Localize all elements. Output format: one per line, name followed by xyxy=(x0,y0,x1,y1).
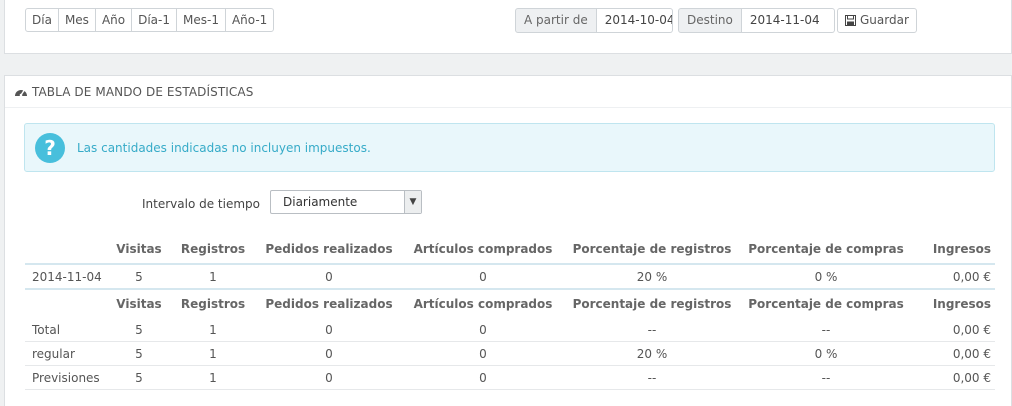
header-purchase-rate: Porcentaje de compras xyxy=(740,235,912,265)
previous-month-button[interactable]: Mes-1 xyxy=(176,8,226,32)
cell-orders: 0 xyxy=(256,318,402,342)
cell-registration-rate: -- xyxy=(564,318,740,342)
cell-registrations: 1 xyxy=(170,341,256,366)
table-row: regular 5 1 0 0 20 % 0 % 0,00 € xyxy=(25,341,995,366)
date-from-label: A partir de xyxy=(515,8,597,33)
row-label: 2014-11-04 xyxy=(25,264,108,290)
row-label: Previsiones xyxy=(25,365,108,390)
cell-registrations: 1 xyxy=(170,318,256,342)
cell-revenue: 0,00 € xyxy=(912,365,995,390)
header-orders: Pedidos realizados xyxy=(256,235,402,265)
chevron-down-icon[interactable]: ▼ xyxy=(404,191,421,213)
cell-orders: 0 xyxy=(256,341,402,366)
date-from-input[interactable]: 2014-10-04 xyxy=(596,8,673,33)
summary-header-row: Visitas Registros Pedidos realizados Art… xyxy=(25,289,995,318)
panel-title: TABLA DE MANDO DE ESTADÍSTICAS xyxy=(32,84,254,99)
header-revenue: Ingresos xyxy=(932,297,991,311)
cell-items: 0 xyxy=(402,365,564,390)
dashboard-gauge-icon xyxy=(15,89,27,96)
interval-select[interactable]: Diariamente ▼ xyxy=(270,190,422,214)
stats-dashboard-panel: TABLA DE MANDO DE ESTADÍSTICAS ? Las can… xyxy=(4,75,1012,406)
cell-registration-rate: -- xyxy=(564,365,740,390)
interval-label: Intervalo de tiempo xyxy=(142,197,260,211)
cell-purchase-rate: -- xyxy=(740,318,912,342)
cell-visits: 5 xyxy=(108,341,170,366)
month-button[interactable]: Mes xyxy=(57,8,96,32)
year-button[interactable]: Año xyxy=(94,8,133,32)
cell-registration-rate: 20 % xyxy=(564,264,740,290)
floppy-disk-icon xyxy=(845,15,856,26)
header-empty xyxy=(25,235,108,265)
save-button-label: Guardar xyxy=(860,13,909,27)
day-button[interactable]: Día xyxy=(25,8,59,32)
header-items: Artículos comprados xyxy=(402,235,564,265)
cell-orders: 0 xyxy=(256,365,402,390)
header-purchase-rate: Porcentaje de compras xyxy=(748,297,904,311)
cell-items: 0 xyxy=(402,341,564,366)
header-registrations: Registros xyxy=(180,297,246,311)
cell-revenue: 0,00 € xyxy=(912,341,995,366)
previous-year-button[interactable]: Año-1 xyxy=(224,8,275,32)
cell-visits: 5 xyxy=(108,264,170,290)
cell-items: 0 xyxy=(402,264,564,290)
table-row: Previsiones 5 1 0 0 -- -- 0,00 € xyxy=(25,365,995,390)
header-visits: Visitas xyxy=(116,297,162,311)
stats-table: Visitas Registros Pedidos realizados Art… xyxy=(25,235,995,390)
table-row: Total 5 1 0 0 -- -- 0,00 € xyxy=(25,318,995,342)
header-empty xyxy=(25,289,108,318)
header-revenue: Ingresos xyxy=(912,235,995,265)
cell-registration-rate: 20 % xyxy=(564,341,740,366)
table-header-row: Visitas Registros Pedidos realizados Art… xyxy=(25,235,995,265)
header-registration-rate: Porcentaje de registros xyxy=(572,297,732,311)
cell-items: 0 xyxy=(402,318,564,342)
cell-purchase-rate: 0 % xyxy=(740,341,912,366)
row-label: regular xyxy=(25,341,108,366)
range-button-group: Día Mes Año Día-1 Mes-1 Año-1 xyxy=(25,8,275,32)
cell-revenue: 0,00 € xyxy=(912,318,995,342)
date-to-input[interactable]: 2014-11-04 xyxy=(741,8,835,33)
info-alert: ? Las cantidades indicadas no incluyen i… xyxy=(24,123,995,172)
cell-visits: 5 xyxy=(108,318,170,342)
interval-select-value: Diariamente xyxy=(283,195,358,209)
question-circle-icon: ? xyxy=(35,132,65,163)
cell-orders: 0 xyxy=(256,264,402,290)
header-visits: Visitas xyxy=(108,235,170,265)
alert-text: Las cantidades indicadas no incluyen imp… xyxy=(77,140,371,155)
cell-registrations: 1 xyxy=(170,365,256,390)
cell-purchase-rate: -- xyxy=(740,365,912,390)
header-orders: Pedidos realizados xyxy=(265,297,393,311)
date-to-group: Destino 2014-11-04 xyxy=(678,8,835,33)
save-button[interactable]: Guardar xyxy=(837,8,917,33)
previous-day-button[interactable]: Día-1 xyxy=(131,8,177,32)
header-registration-rate: Porcentaje de registros xyxy=(564,235,740,265)
cell-registrations: 1 xyxy=(170,264,256,290)
date-range-panel: Día Mes Año Día-1 Mes-1 Año-1 A partir d… xyxy=(4,0,1012,54)
header-items: Artículos comprados xyxy=(413,297,553,311)
date-from-group: A partir de 2014-10-04 xyxy=(515,8,673,33)
cell-visits: 5 xyxy=(108,365,170,390)
cell-revenue: 0,00 € xyxy=(912,264,995,290)
header-registrations: Registros xyxy=(170,235,256,265)
row-label: Total xyxy=(25,318,108,342)
cell-purchase-rate: 0 % xyxy=(740,264,912,290)
table-row: 2014-11-04 5 1 0 0 20 % 0 % 0,00 € xyxy=(25,264,995,290)
date-to-label: Destino xyxy=(678,8,742,33)
panel-header: TABLA DE MANDO DE ESTADÍSTICAS xyxy=(5,76,1011,108)
